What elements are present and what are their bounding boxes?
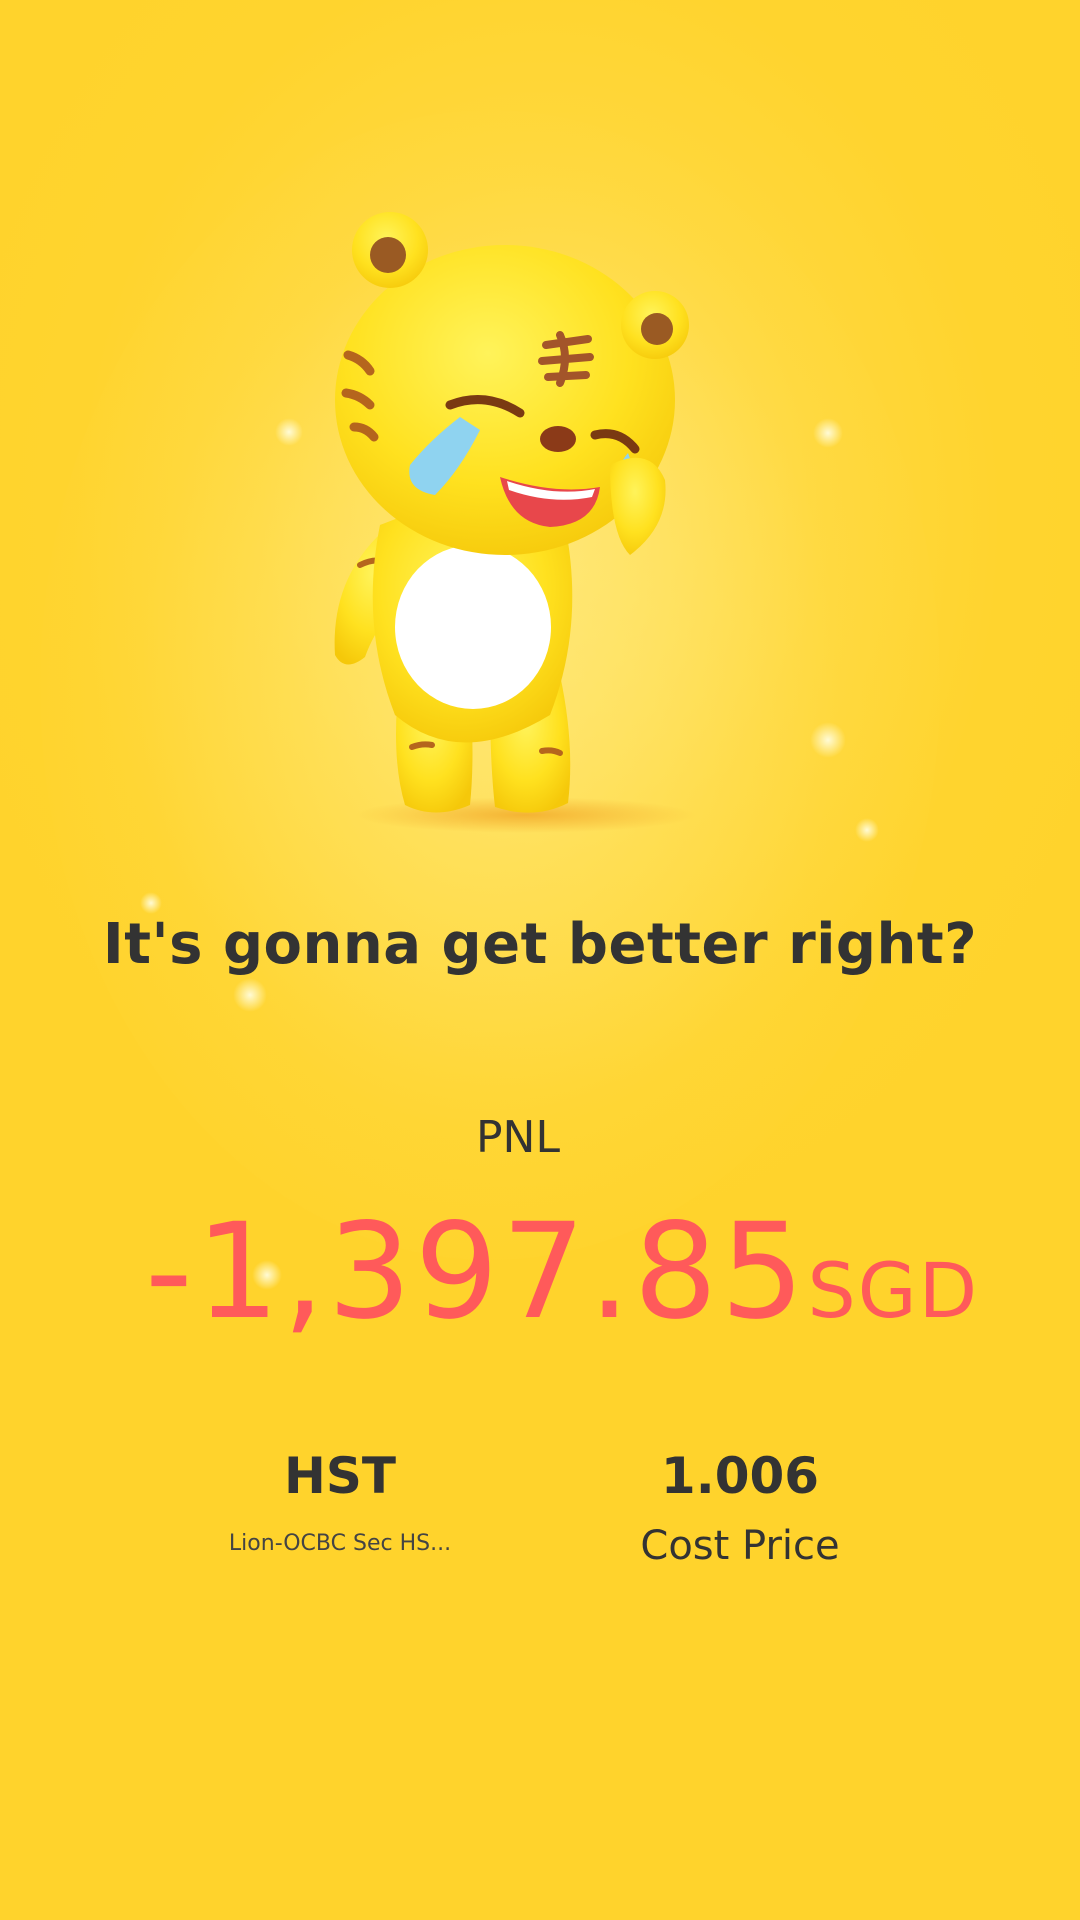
pnl-amount: -1,397.85SGD <box>145 1195 977 1349</box>
pnl-currency: SGD <box>807 1246 980 1335</box>
stock-symbol: HST <box>284 1447 396 1505</box>
pnl-number: -1,397.85 <box>145 1195 808 1349</box>
stock-name: Lion-OCBC Sec HS... <box>228 1531 452 1556</box>
cost-price-value: 1.006 <box>660 1447 820 1505</box>
sparkle-decoration <box>275 418 303 446</box>
pnl-label: PNL <box>476 1112 560 1163</box>
headline-message: It's gonna get better right? <box>102 912 978 977</box>
sparkle-decoration <box>855 818 879 842</box>
cost-price-info: 1.006 Cost Price <box>590 1447 890 1569</box>
sparkle-decoration <box>813 418 843 448</box>
sparkle-decoration <box>810 722 846 758</box>
stock-info: HST Lion-OCBC Sec HS... <box>190 1447 490 1556</box>
cost-price-label: Cost Price <box>640 1523 840 1569</box>
crying-tiger-mascot-icon <box>334 212 695 833</box>
sparkle-decoration <box>233 978 267 1012</box>
sparkle-decoration <box>140 892 162 914</box>
